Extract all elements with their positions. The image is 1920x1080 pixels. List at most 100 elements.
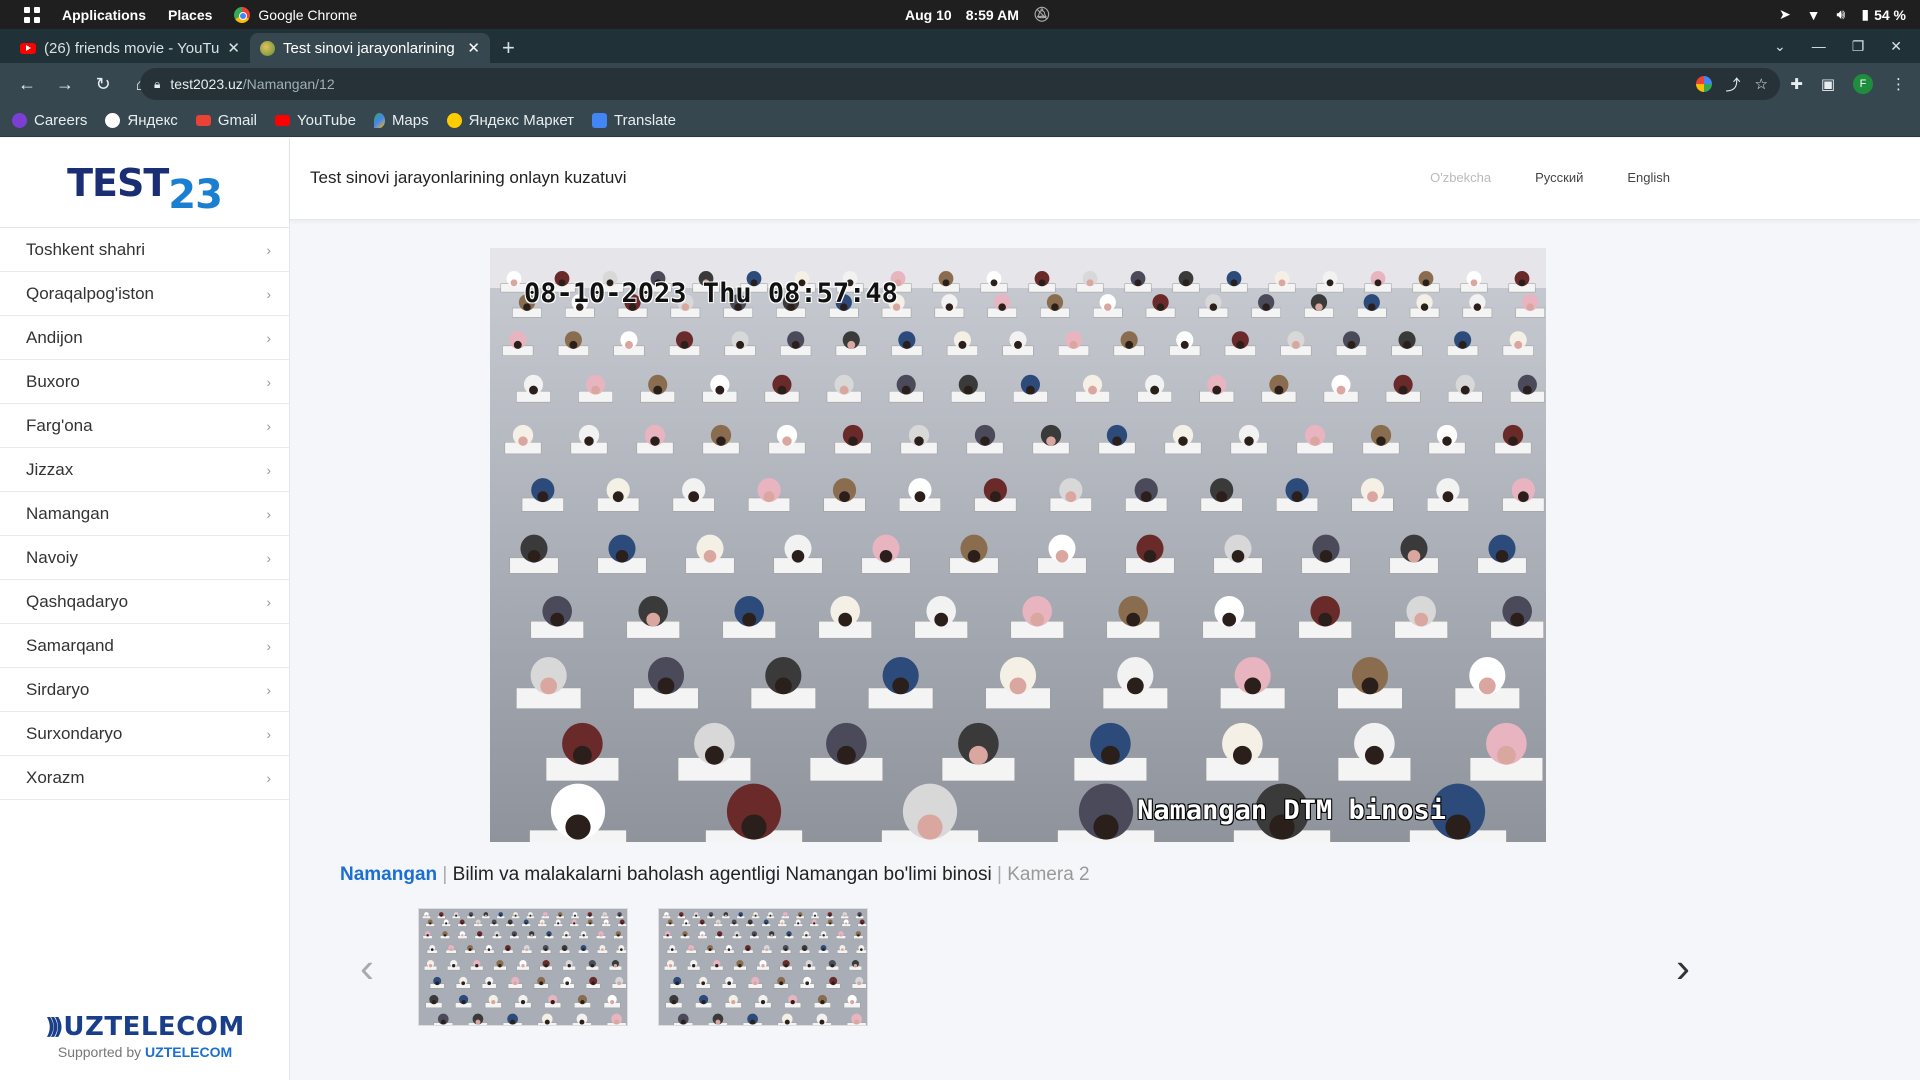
battery-status[interactable]: ▮ 54 % xyxy=(1861,6,1906,23)
youtube-favicon-icon xyxy=(20,42,36,54)
sidebar-item-qashqadaryo[interactable]: Qashqadaryo › xyxy=(0,580,289,624)
address-bar[interactable]: 🔒︎ test2023.uz/Namangan/12 ⤴ ☆ xyxy=(140,68,1780,100)
sidebar-item-fargona[interactable]: Farg'ona › xyxy=(0,404,289,448)
student-head xyxy=(541,922,544,925)
bookmark-translate[interactable]: Translate xyxy=(592,112,676,129)
app-grid-icon[interactable] xyxy=(24,6,40,23)
student-head xyxy=(765,922,768,925)
sidebar-item-andijon[interactable]: Andijon › xyxy=(0,316,289,360)
sponsor-block[interactable]: ))) UZTELECOM Supported by UZTELECOM xyxy=(0,1012,290,1060)
caption-camera: Kamera 2 xyxy=(1007,864,1090,885)
tab-search-icon[interactable]: ⌄ xyxy=(1774,38,1786,55)
student-head xyxy=(847,340,856,349)
applications-menu[interactable]: Applications xyxy=(62,7,146,23)
student-head xyxy=(839,934,843,937)
minimize-icon[interactable]: — xyxy=(1812,38,1826,54)
active-app-menu[interactable]: Google Chrome xyxy=(234,6,358,23)
careers-icon xyxy=(12,113,27,128)
places-menu[interactable]: Places xyxy=(168,7,212,23)
student-head xyxy=(653,385,663,395)
camera-video-stream[interactable]: 08-10-2023 Thu 08:57:48 Namangan DTM bin… xyxy=(490,248,1546,842)
student-head xyxy=(1180,340,1189,349)
sidebar-item-navoiy[interactable]: Navoiy › xyxy=(0,536,289,580)
bookmark-youtube[interactable]: YouTube xyxy=(274,112,356,129)
back-button[interactable]: ← xyxy=(12,69,42,99)
maps-pin-icon xyxy=(373,113,385,128)
region-menu: Toshkent shahri › Qoraqalpog'iston › Andij… xyxy=(0,228,289,800)
bookmark-maps[interactable]: Maps xyxy=(373,112,429,129)
student-head xyxy=(857,981,862,986)
sidebar-item-qoraqalpogiston[interactable]: Qoraqalpog'iston › xyxy=(0,272,289,316)
share-icon[interactable]: ⤴ xyxy=(1726,74,1741,95)
sidebar-item-surxondaryo[interactable]: Surxondaryo › xyxy=(0,712,289,756)
side-panel-icon[interactable]: ▣ xyxy=(1821,75,1835,93)
sidebar-item-jizzax[interactable]: Jizzax › xyxy=(0,448,289,492)
lang-english[interactable]: English xyxy=(1627,170,1670,185)
close-tab-icon[interactable]: ✕ xyxy=(467,39,480,57)
student-head xyxy=(724,914,727,917)
profile-avatar[interactable]: F xyxy=(1853,74,1873,94)
caption-region-link[interactable]: Namangan xyxy=(340,864,437,885)
bookmark-careers[interactable]: Careers xyxy=(12,112,87,129)
forward-button[interactable]: → xyxy=(50,69,80,99)
student-head xyxy=(1407,550,1421,563)
bookmark-yandex-market[interactable]: Яндекс Маркет xyxy=(446,112,574,129)
camera-thumbnail-2[interactable] xyxy=(658,908,868,1026)
carousel-prev-icon[interactable]: ‹ xyxy=(360,944,374,992)
student-head xyxy=(1376,436,1386,446)
student-head xyxy=(557,922,560,925)
sidebar-item-samarqand[interactable]: Samarqand › xyxy=(0,624,289,668)
battery-label: 54 % xyxy=(1874,6,1906,23)
google-lens-icon[interactable] xyxy=(1695,76,1712,92)
student-head xyxy=(582,948,585,951)
student-head xyxy=(601,948,604,951)
student-head xyxy=(1112,436,1122,446)
wifi-icon[interactable]: ▼ xyxy=(1807,7,1821,23)
student-head xyxy=(617,934,620,937)
restore-icon[interactable]: ❐ xyxy=(1852,38,1865,55)
student-head xyxy=(680,914,683,917)
sidebar-item-sirdaryo[interactable]: Sirdaryo › xyxy=(0,668,289,712)
student-head xyxy=(487,948,491,951)
student-head xyxy=(717,922,720,925)
carousel-next-icon[interactable]: › xyxy=(1676,944,1690,992)
student-head xyxy=(1126,612,1141,627)
lang-russian[interactable]: Русский xyxy=(1535,170,1583,185)
sidebar-item-buxoro[interactable]: Buxoro › xyxy=(0,360,289,404)
lang-uzbek[interactable]: O'zbekcha xyxy=(1430,170,1491,185)
menu-kebab-icon[interactable]: ⋮ xyxy=(1891,75,1906,93)
student-head xyxy=(1046,436,1056,446)
logo-text: TEST23 xyxy=(67,160,223,218)
student-head xyxy=(727,981,732,986)
close-window-icon[interactable]: ✕ xyxy=(1890,38,1902,55)
bookmark-yandex[interactable]: Яндекс xyxy=(105,112,178,129)
tab-test-monitoring[interactable]: Test sinovi jarayonlarining onlayn kuzat… xyxy=(250,33,490,63)
sidebar-item-label: Qashqadaryo xyxy=(26,591,129,611)
student-head xyxy=(544,964,548,968)
close-tab-icon[interactable]: ✕ xyxy=(227,39,240,57)
active-app-label: Google Chrome xyxy=(258,6,358,23)
tab-youtube[interactable]: (26) friends movie - YouTube ✕ xyxy=(10,33,250,63)
camera-caption: Namangan | Bilim va malakalarni baholash… xyxy=(340,864,1090,886)
telegram-tray-icon[interactable]: ➤ xyxy=(1779,6,1791,23)
camera-thumbnail-1[interactable] xyxy=(418,908,628,1026)
student-head xyxy=(621,922,624,925)
student-head xyxy=(1244,677,1262,695)
sidebar-item-namangan[interactable]: Namangan › xyxy=(0,492,289,536)
student-head xyxy=(1398,385,1408,395)
student-head xyxy=(701,922,704,925)
reload-button[interactable]: ↻ xyxy=(88,69,118,99)
volume-icon[interactable]: 🔊︎ xyxy=(1837,6,1846,23)
bookmark-star-icon[interactable]: ☆ xyxy=(1755,75,1768,93)
student-head xyxy=(1514,340,1523,349)
sidebar-item-toshkent-shahri[interactable]: Toshkent shahri › xyxy=(0,228,289,272)
bookmark-gmail[interactable]: Gmail xyxy=(195,112,257,129)
student-head xyxy=(701,1000,706,1005)
clock[interactable]: Aug 10 8:59 AM 🔕︎ xyxy=(905,0,1051,29)
site-logo[interactable]: TEST23 xyxy=(0,138,289,228)
student-head xyxy=(498,964,502,968)
new-tab-button[interactable]: + xyxy=(490,33,527,63)
student-head xyxy=(1420,303,1429,311)
sidebar-item-xorazm[interactable]: Xorazm › xyxy=(0,756,289,800)
extensions-icon[interactable]: ✚ xyxy=(1790,75,1803,93)
